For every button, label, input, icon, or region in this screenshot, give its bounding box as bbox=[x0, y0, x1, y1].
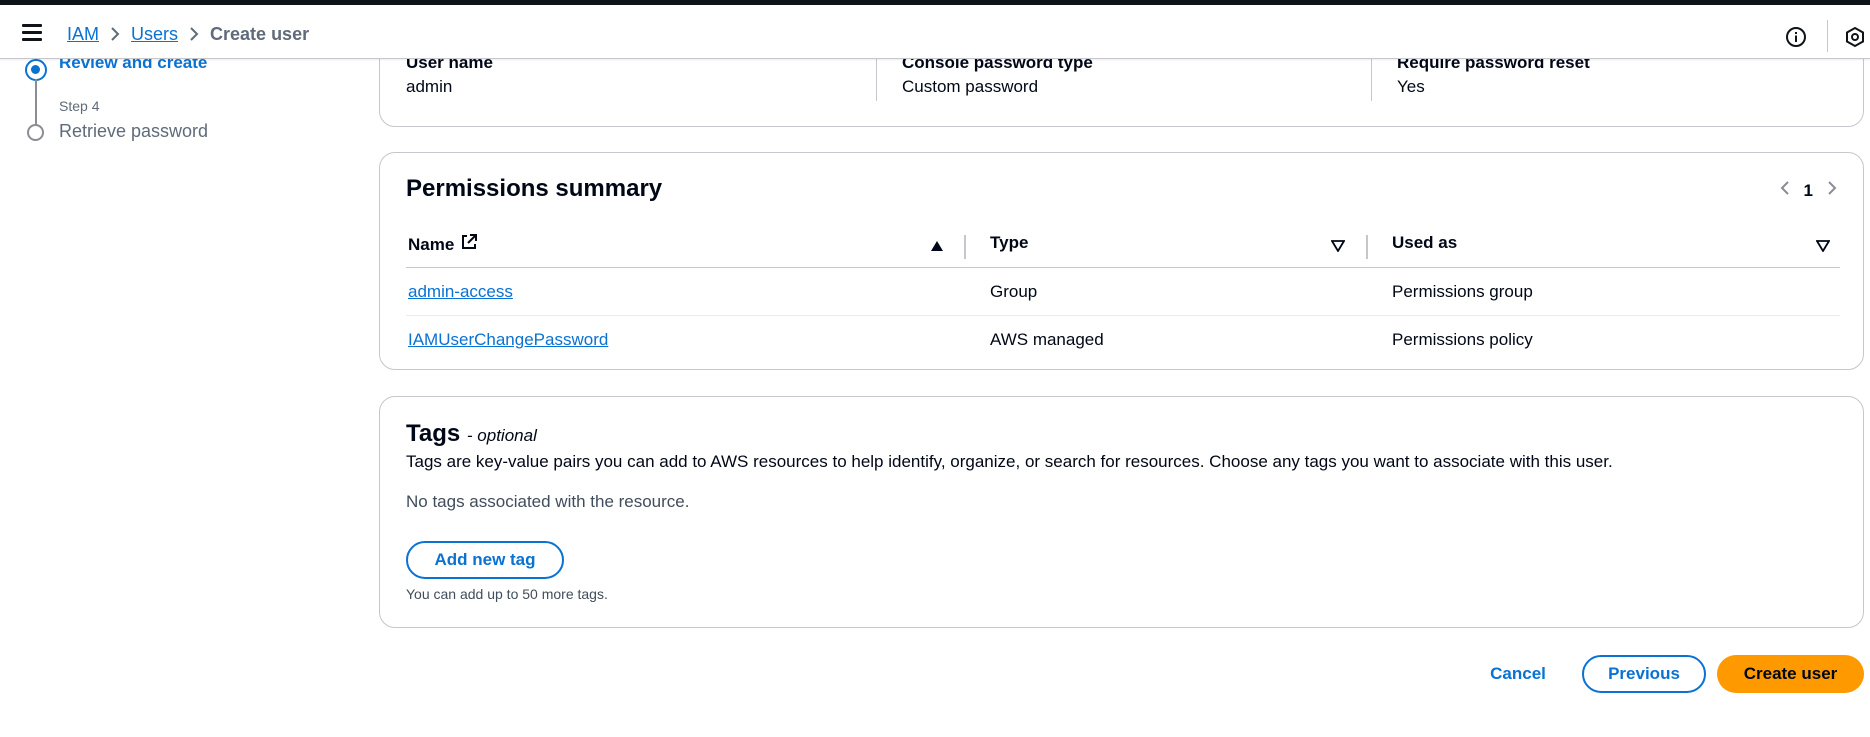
user-name-value: admin bbox=[406, 77, 453, 96]
column-header-used-as[interactable]: Used as bbox=[1392, 233, 1457, 253]
column-header-name[interactable]: Name bbox=[408, 233, 478, 256]
breadcrumb: IAM Users Create user bbox=[67, 22, 309, 46]
password-type-field: Console password type Custom password bbox=[902, 53, 1093, 97]
page-number[interactable]: 1 bbox=[1804, 181, 1813, 201]
table-row: admin-access Group Permissions group bbox=[406, 268, 1840, 316]
optional-label: - optional bbox=[466, 426, 537, 445]
row-used-as: Permissions group bbox=[1392, 282, 1533, 301]
user-name-field: User name admin bbox=[406, 53, 493, 97]
tags-title: Tags - optional bbox=[406, 420, 537, 447]
menu-icon[interactable] bbox=[22, 24, 42, 41]
add-new-tag-button[interactable]: Add new tag bbox=[406, 541, 564, 579]
top-navigation: IAM Users Create user bbox=[0, 5, 1870, 59]
settings-hex-icon[interactable] bbox=[1844, 26, 1866, 48]
pagination: 1 bbox=[1780, 180, 1837, 201]
table-row: IAMUserChangePassword AWS managed Permis… bbox=[406, 316, 1840, 364]
step-connector bbox=[35, 79, 37, 127]
row-used-as: Permissions policy bbox=[1392, 330, 1533, 349]
permissions-title: Permissions summary bbox=[406, 175, 663, 202]
tags-hint: You can add up to 50 more tags. bbox=[406, 586, 608, 602]
chevron-right-icon bbox=[178, 26, 210, 42]
table-header: Name Type Used as bbox=[406, 223, 1840, 268]
policy-link[interactable]: admin-access bbox=[408, 282, 513, 301]
permissions-table: Name Type Used as admin-access Group Per… bbox=[406, 223, 1840, 364]
chevron-left-icon[interactable] bbox=[1780, 180, 1790, 201]
chevron-right-icon[interactable] bbox=[1827, 180, 1837, 201]
cancel-button[interactable]: Cancel bbox=[1475, 655, 1561, 693]
policy-link[interactable]: IAMUserChangePassword bbox=[408, 330, 608, 349]
column-header-type[interactable]: Type bbox=[990, 233, 1028, 253]
password-reset-field: Require password reset Yes bbox=[1397, 53, 1590, 97]
column-separator bbox=[964, 235, 966, 259]
breadcrumb-users[interactable]: Users bbox=[131, 24, 178, 45]
row-type: AWS managed bbox=[990, 330, 1104, 349]
step-retrieve-password: Retrieve password bbox=[59, 121, 209, 141]
sort-icon[interactable] bbox=[1815, 239, 1831, 257]
row-type: Group bbox=[990, 282, 1038, 301]
tags-card: Tags - optional Tags are key-value pairs… bbox=[379, 396, 1864, 628]
breadcrumb-current: Create user bbox=[210, 23, 310, 44]
info-icon[interactable] bbox=[1785, 26, 1807, 48]
previous-button[interactable]: Previous bbox=[1582, 655, 1706, 693]
tags-empty-message: No tags associated with the resource. bbox=[406, 492, 690, 511]
password-reset-value: Yes bbox=[1397, 77, 1425, 96]
chevron-right-icon bbox=[99, 26, 131, 42]
create-user-button[interactable]: Create user bbox=[1717, 655, 1864, 693]
step-number: Step 4 bbox=[59, 98, 100, 114]
external-link-icon bbox=[460, 233, 478, 256]
sort-ascending-icon[interactable] bbox=[930, 239, 944, 257]
column-separator bbox=[1366, 235, 1368, 259]
breadcrumb-iam[interactable]: IAM bbox=[67, 24, 99, 45]
step-active-indicator bbox=[25, 59, 47, 81]
password-type-value: Custom password bbox=[902, 77, 1039, 96]
divider bbox=[1827, 20, 1828, 52]
permissions-summary-card: Permissions summary 1 Name Type Used as … bbox=[379, 152, 1864, 370]
tags-description: Tags are key-value pairs you can add to … bbox=[406, 452, 1613, 471]
step-indicator bbox=[27, 124, 44, 141]
sort-icon[interactable] bbox=[1330, 239, 1346, 257]
